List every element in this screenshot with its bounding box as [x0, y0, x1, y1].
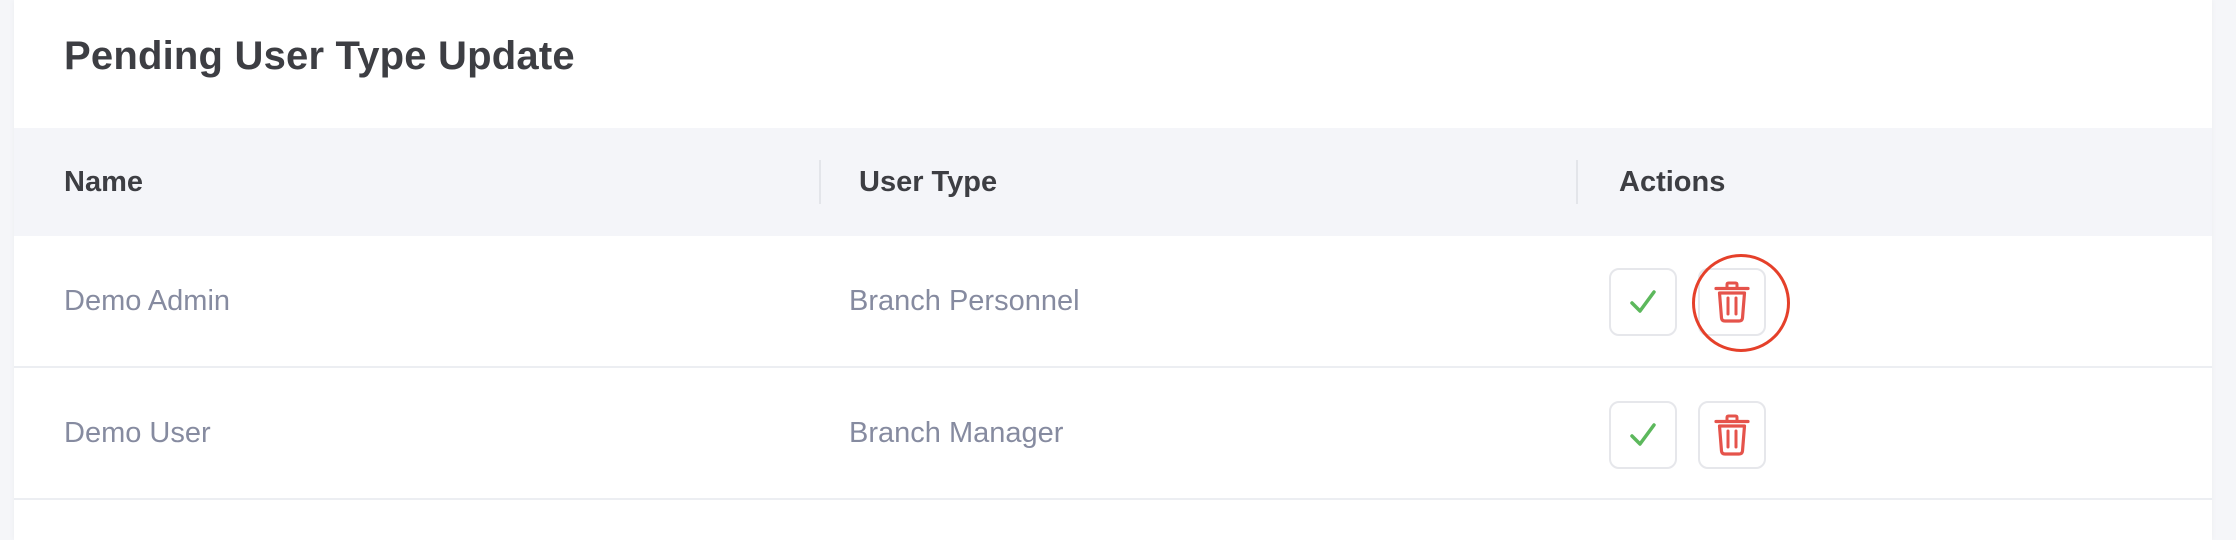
cell-user-type: Branch Manager [849, 416, 1064, 449]
cell-user-type: Branch Personnel [849, 284, 1080, 317]
column-header-actions: Actions [1619, 165, 1726, 198]
table-row: Demo Admin Branch Personnel [14, 236, 2212, 368]
approve-button[interactable] [1609, 401, 1677, 469]
column-divider [1576, 160, 1578, 204]
check-icon [1629, 422, 1657, 448]
cell-name: Demo Admin [64, 284, 231, 317]
trash-icon [1714, 281, 1750, 323]
trash-icon [1714, 414, 1750, 456]
check-icon [1629, 289, 1657, 315]
card-title: Pending User Type Update [64, 34, 575, 78]
column-header-name[interactable]: Name [64, 128, 143, 236]
approve-button[interactable] [1609, 268, 1677, 336]
table-row: Demo User Branch Manager [14, 368, 2212, 500]
table-header: Name User Type Actions [14, 128, 2212, 236]
delete-button[interactable] [1698, 401, 1766, 469]
column-header-user-type[interactable]: User Type [859, 128, 997, 236]
delete-button[interactable] [1698, 268, 1766, 336]
pending-user-type-card: Pending User Type Update Name User Type … [14, 0, 2212, 540]
cell-name: Demo User [64, 416, 211, 449]
column-divider [819, 160, 821, 204]
